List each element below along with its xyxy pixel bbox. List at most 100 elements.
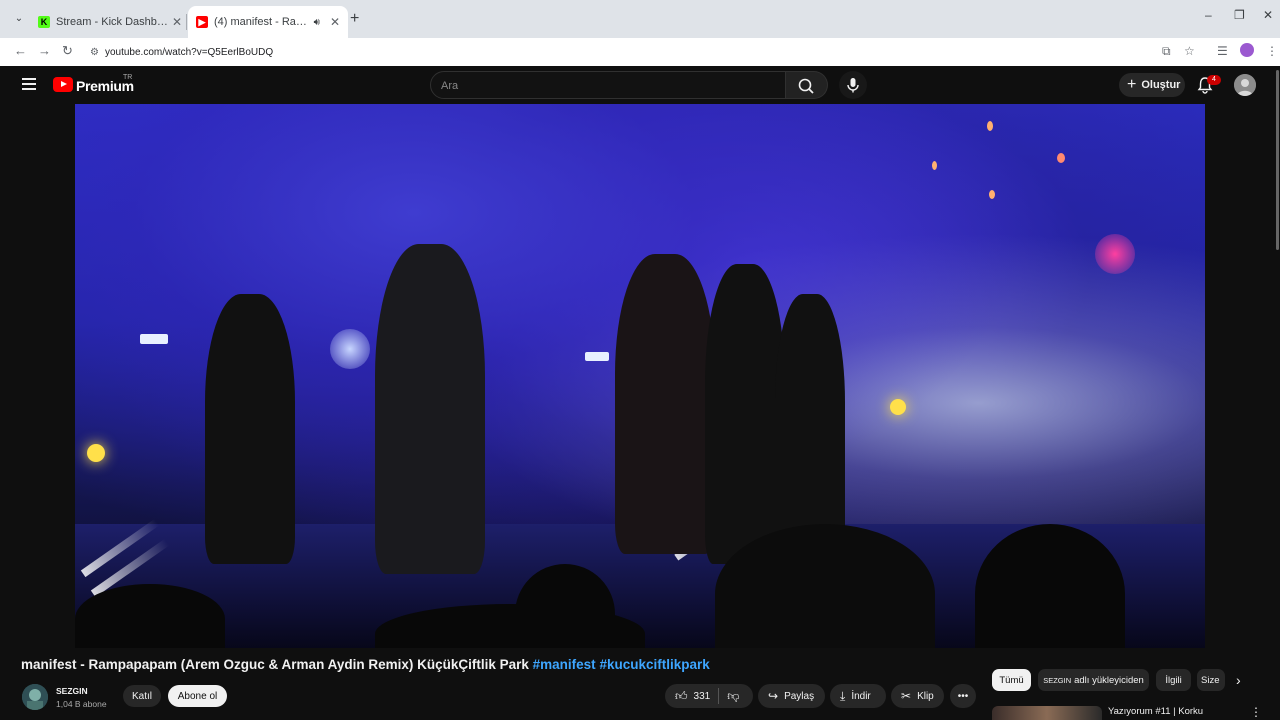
like-dislike-group: 👍︎ 331 👎︎ <box>665 684 753 708</box>
url-field[interactable]: ⚙ youtube.com/watch?v=Q5EerlBoUDQ <box>86 41 1146 63</box>
share-button[interactable]: ↪ Paylaş <box>758 684 825 708</box>
video-scene-light <box>989 190 995 199</box>
subscribe-label: Abone ol <box>177 690 218 702</box>
search-button[interactable] <box>786 71 828 99</box>
site-info-icon[interactable]: ⚙ <box>90 47 99 58</box>
more-vertical-icon[interactable]: ⋮ <box>1250 705 1262 719</box>
chip-label: Size <box>1201 674 1220 686</box>
video-scene-light <box>140 334 168 344</box>
clip-button[interactable]: ✂ Klip <box>891 684 944 708</box>
video-scene-crowd <box>75 584 225 648</box>
video-scene-performer <box>205 294 295 564</box>
tab-title: (4) manifest - Rampapapam <box>214 16 314 28</box>
like-divider <box>718 688 720 704</box>
restore-button[interactable]: ❐ <box>1234 8 1245 22</box>
subscribe-button[interactable]: Abone ol <box>168 685 227 707</box>
chip-for-you[interactable]: Size <box>1197 669 1225 691</box>
scissors-icon: ✂ <box>901 689 912 703</box>
video-scene-light <box>585 352 609 361</box>
youtube-icon: ▶ <box>196 16 208 28</box>
tab-search-icon[interactable]: ⌄ <box>10 10 28 28</box>
chip-label: İlgili <box>1165 674 1182 686</box>
url-text: youtube.com/watch?v=Q5EerlBoUDQ <box>104 46 274 58</box>
join-label: Katıl <box>131 690 152 702</box>
video-scene-performer <box>705 264 785 564</box>
like-count[interactable]: 331 <box>694 691 711 702</box>
download-label: İndir <box>851 690 871 702</box>
chip-label: adlı yükleyiciden <box>1074 674 1144 686</box>
video-scene-light <box>890 399 906 415</box>
channel-avatar[interactable] <box>22 684 48 710</box>
chip-related[interactable]: İlgili <box>1156 669 1191 691</box>
video-scene-light <box>87 444 105 462</box>
new-tab-button[interactable]: + <box>350 10 359 28</box>
hashtag-link[interactable]: #manifest <box>533 657 596 672</box>
video-scene-light <box>1095 234 1135 274</box>
video-scene-light <box>330 329 370 369</box>
microphone-icon <box>847 78 859 93</box>
chip-all[interactable]: Tümü <box>992 669 1031 691</box>
reload-button[interactable]: ↻ <box>62 43 73 59</box>
subscriber-count: 1,04 B abone <box>56 699 107 709</box>
menu-icon[interactable] <box>22 78 36 90</box>
video-scene-light <box>987 121 993 131</box>
tab-youtube-video[interactable]: ▶ (4) manifest - Rampapapam 🔊︎ ✕ <box>188 6 348 38</box>
tab-kick-dashboard[interactable]: K Stream - Kick Dashboard ✕ <box>30 6 190 38</box>
close-icon[interactable]: ✕ <box>330 15 340 29</box>
bookmark-star-icon[interactable]: ☆ <box>1184 44 1195 58</box>
chevron-right-icon[interactable]: › <box>1236 672 1241 688</box>
account-avatar[interactable] <box>1234 74 1256 96</box>
browser-profile-avatar[interactable] <box>1240 43 1254 57</box>
search-box <box>430 71 786 100</box>
back-button[interactable]: ← <box>14 43 27 58</box>
video-scene-light <box>932 161 937 170</box>
chip-label: Tümü <box>999 674 1024 686</box>
address-bar-row: ← → ↻ ⚙ youtube.com/watch?v=Q5EerlBoUDQ … <box>0 38 1280 66</box>
more-horizontal-icon: ••• <box>957 690 969 702</box>
create-label: Oluştur <box>1141 79 1181 91</box>
create-button[interactable]: + Oluştur <box>1119 73 1185 97</box>
video-title: manifest - Rampapapam (Arem Ozguc & Arma… <box>21 657 710 672</box>
youtube-logo-icon[interactable] <box>53 77 73 92</box>
close-icon[interactable]: ✕ <box>172 15 182 29</box>
more-actions-button[interactable]: ••• <box>950 684 976 708</box>
channel-name[interactable]: SEZGIN <box>56 686 88 696</box>
recommended-video-title[interactable]: Yazıyorum #11 | Korku <box>1108 706 1203 717</box>
search-icon <box>798 78 814 94</box>
chip-prefix: SEZGIN <box>1043 675 1072 685</box>
reading-list-icon[interactable]: ☰ <box>1217 44 1228 58</box>
notification-count-badge: 4 <box>1207 75 1221 85</box>
window-close-button[interactable]: ✕ <box>1263 8 1273 22</box>
thumbs-down-icon[interactable]: 👎︎ <box>727 689 739 704</box>
region-code: TR <box>123 74 133 81</box>
share-label: Paylaş <box>784 690 815 702</box>
join-button[interactable]: Katıl <box>123 685 161 707</box>
video-scene-performer <box>375 244 485 574</box>
browser-menu-icon[interactable]: ⋮ <box>1266 44 1278 58</box>
tab-divider <box>186 14 187 30</box>
thumbs-up-icon[interactable]: 👍︎ <box>675 689 688 704</box>
clip-label: Klip <box>917 690 934 702</box>
plus-icon: + <box>1127 76 1137 93</box>
download-button[interactable]: ⤓ İndir <box>830 684 886 708</box>
hashtag-link[interactable]: #kucukciftlikpark <box>599 657 709 672</box>
video-scene-performer <box>615 254 715 554</box>
browser-tab-bar: ⌄ K Stream - Kick Dashboard ✕ ▶ (4) mani… <box>0 0 1280 38</box>
recommended-video-thumbnail[interactable] <box>992 706 1102 720</box>
speaker-icon[interactable]: 🔊︎ <box>314 17 320 28</box>
video-player[interactable] <box>75 104 1205 648</box>
voice-search-button[interactable] <box>839 71 867 99</box>
video-scene-light <box>1057 153 1065 163</box>
share-icon: ↪ <box>768 689 779 703</box>
kick-icon: K <box>38 16 50 28</box>
minimize-button[interactable]: – <box>1205 8 1212 22</box>
channel-avatar-icon <box>22 684 48 710</box>
search-input[interactable] <box>431 72 773 100</box>
tab-title: Stream - Kick Dashboard <box>56 16 168 28</box>
scrollbar-thumb[interactable] <box>1276 70 1279 250</box>
video-title-text: manifest - Rampapapam (Arem Ozguc & Arma… <box>21 657 529 672</box>
cast-icon[interactable]: ⧉ <box>1162 44 1171 59</box>
chip-from-uploader[interactable]: SEZGIN adlı yükleyiciden <box>1038 669 1149 691</box>
forward-button[interactable]: → <box>38 43 51 58</box>
user-avatar-icon <box>1234 74 1256 96</box>
